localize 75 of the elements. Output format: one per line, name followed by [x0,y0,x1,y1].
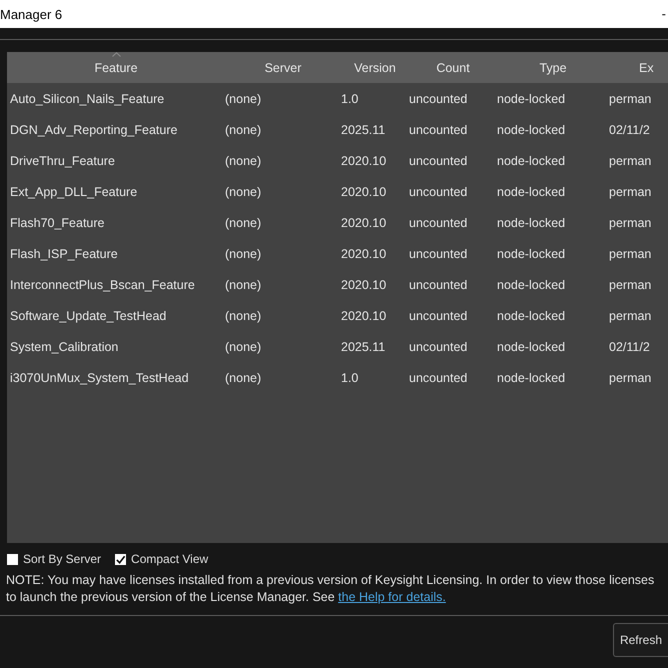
table-cell-text: (none) [225,92,262,106]
table-cell-text: (none) [225,278,262,292]
table-cell-text: Flash70_Feature [9,216,106,230]
table-cell-text: node-locked [497,308,566,322]
checkbox[interactable] [115,554,126,564]
table-cell-text: 2020.10 [341,308,388,322]
table-cell-text: (none) [225,370,262,384]
column-header[interactable]: Ex [609,52,668,83]
table-cell-text: uncounted [409,216,468,230]
refresh-button[interactable]: Refresh [612,623,668,657]
table-cell-text: Ext_App_DLL_Feature [9,184,138,198]
table-cell-text: (none) [225,154,262,168]
table-cell-text: DGN_Adv_Reporting_Feature [9,122,178,136]
table-cell-text: 2020.10 [341,216,388,230]
table-cell-text: node-locked [497,184,566,198]
table-cell-text: 2025.11 [341,122,386,136]
table-cell-text: node-locked [497,340,566,354]
table-cell-text: 02/11/2 [609,340,651,354]
table-cell-text: (none) [225,308,262,322]
table-cell-text: uncounted [409,184,468,198]
table-cell-text: Auto_Silicon_Nails_Feature [9,92,166,106]
table-cell-text: 2020.10 [341,154,388,168]
table-cell-text: 1.0 [341,370,360,384]
table-cell-text: uncounted [409,370,468,384]
table-cell-text: perman [609,154,652,168]
table-cell-text: (none) [225,246,262,260]
table-cell-text: DriveThru_Feature [9,154,116,168]
table-cell-text: System_Calibration [9,340,120,354]
table-cell-text: 2020.10 [341,278,388,292]
table-cell-text: perman [609,370,652,384]
table-cell-text: i3070UnMux_System_TestHead [9,370,190,384]
table-cell-text: uncounted [409,308,468,322]
table-cell-text: (none) [225,216,262,230]
table-cell-text: (none) [225,122,262,136]
table-cell-text: node-locked [497,370,566,384]
table-cell-text: (none) [225,184,262,198]
table-cell-text: InterconnectPlus_Bscan_Feature [9,278,196,292]
column-header[interactable]: Server [225,52,341,83]
column-header[interactable]: Count [409,52,497,83]
table-cell-text: perman [609,92,652,106]
table-cell-text: uncounted [409,340,468,354]
table-cell-text: perman [609,216,652,230]
table-cell-text: perman [609,278,652,292]
table-cell-text: uncounted [409,122,468,136]
table-cell-text: uncounted [409,278,468,292]
table-cell-text: node-locked [497,122,566,136]
table-cell-text: node-locked [497,92,566,106]
column-header[interactable]: Type [497,52,609,83]
checkbox-label: Sort By Server [23,552,102,566]
table-cell-text: 1.0 [341,92,360,106]
table-cell-text: perman [609,184,652,198]
table-cell-text: 2025.11 [341,340,386,354]
table-cell-text: node-locked [497,246,566,260]
table-cell-text: node-locked [497,154,566,168]
help-link[interactable]: the Help for details. [338,590,446,604]
table-cell-text: uncounted [409,154,468,168]
table-cell-text: node-locked [497,216,566,230]
table-cell-text: 2020.10 [341,184,388,198]
table-cell-text: 2020.10 [341,246,388,260]
table-cell-text: uncounted [409,246,468,260]
table-cell-text: uncounted [409,92,468,106]
table-cell-text: 02/11/2 [609,122,651,136]
note-text: NOTE: You may have licenses installed from a previous version of Keysight Licensing. In order to view those licenses to launch the previous version of the License Manager. See the Help for details. [6,572,656,606]
table-cell-text: (none) [225,340,262,354]
table-cell-text: Software_Update_TestHead [9,308,168,322]
table-cell-text: perman [609,308,652,322]
column-header[interactable]: Feature [7,52,225,83]
checkbox-label: Compact View [131,552,208,566]
minimize-button[interactable]: - [662,7,666,21]
table-cell-text: node-locked [497,278,566,292]
window-title: Manager 6 [0,6,62,22]
checkbox[interactable] [7,554,18,564]
column-header[interactable]: Version [341,52,409,83]
table-cell-text: Flash_ISP_Feature [9,246,119,260]
table-cell-text: perman [609,246,652,260]
